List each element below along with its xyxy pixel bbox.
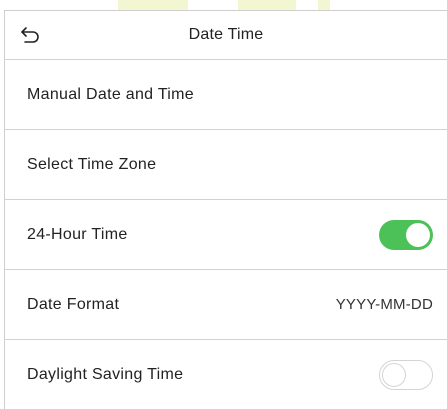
setting-label: Select Time Zone xyxy=(27,155,157,173)
header-bar: Date Time xyxy=(5,11,447,60)
setting-row-daylight-saving: Daylight Saving Time xyxy=(5,340,447,409)
date-time-screen: Date Time Manual Date and Time Select Ti… xyxy=(4,10,447,409)
setting-label: 24-Hour Time xyxy=(27,225,128,243)
back-button[interactable] xyxy=(19,23,43,47)
daylight-saving-toggle[interactable] xyxy=(379,360,433,390)
setting-row-date-format[interactable]: Date Format YYYY-MM-DD xyxy=(5,270,447,340)
toggle-knob xyxy=(382,363,406,387)
setting-row-manual-date-time[interactable]: Manual Date and Time xyxy=(5,60,447,130)
setting-label: Date Format xyxy=(27,295,120,313)
watermark-streak xyxy=(238,0,296,10)
date-format-value: YYYY-MM-DD xyxy=(335,296,433,313)
toggle-knob xyxy=(406,222,430,247)
setting-label: Daylight Saving Time xyxy=(27,366,184,383)
page-title: Date Time xyxy=(188,26,264,43)
watermark-streak xyxy=(318,0,330,10)
setting-row-time-zone[interactable]: Select Time Zone xyxy=(5,130,447,200)
setting-label: Manual Date and Time xyxy=(27,85,194,103)
24-hour-time-toggle[interactable] xyxy=(379,219,433,250)
watermark-streak xyxy=(118,0,188,10)
setting-row-24-hour-time: 24-Hour Time xyxy=(5,200,447,270)
back-arrow-icon xyxy=(21,27,39,43)
